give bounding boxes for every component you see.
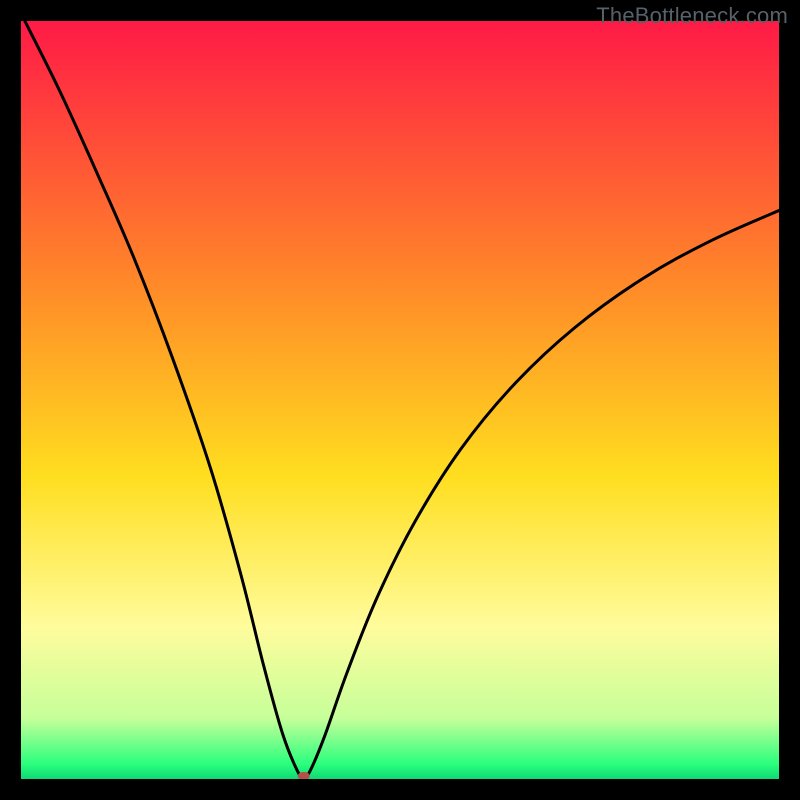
bottleneck-chart: [21, 21, 779, 779]
gradient-background: [21, 21, 779, 779]
chart-frame: [21, 21, 779, 779]
watermark-text: TheBottleneck.com: [596, 3, 788, 29]
